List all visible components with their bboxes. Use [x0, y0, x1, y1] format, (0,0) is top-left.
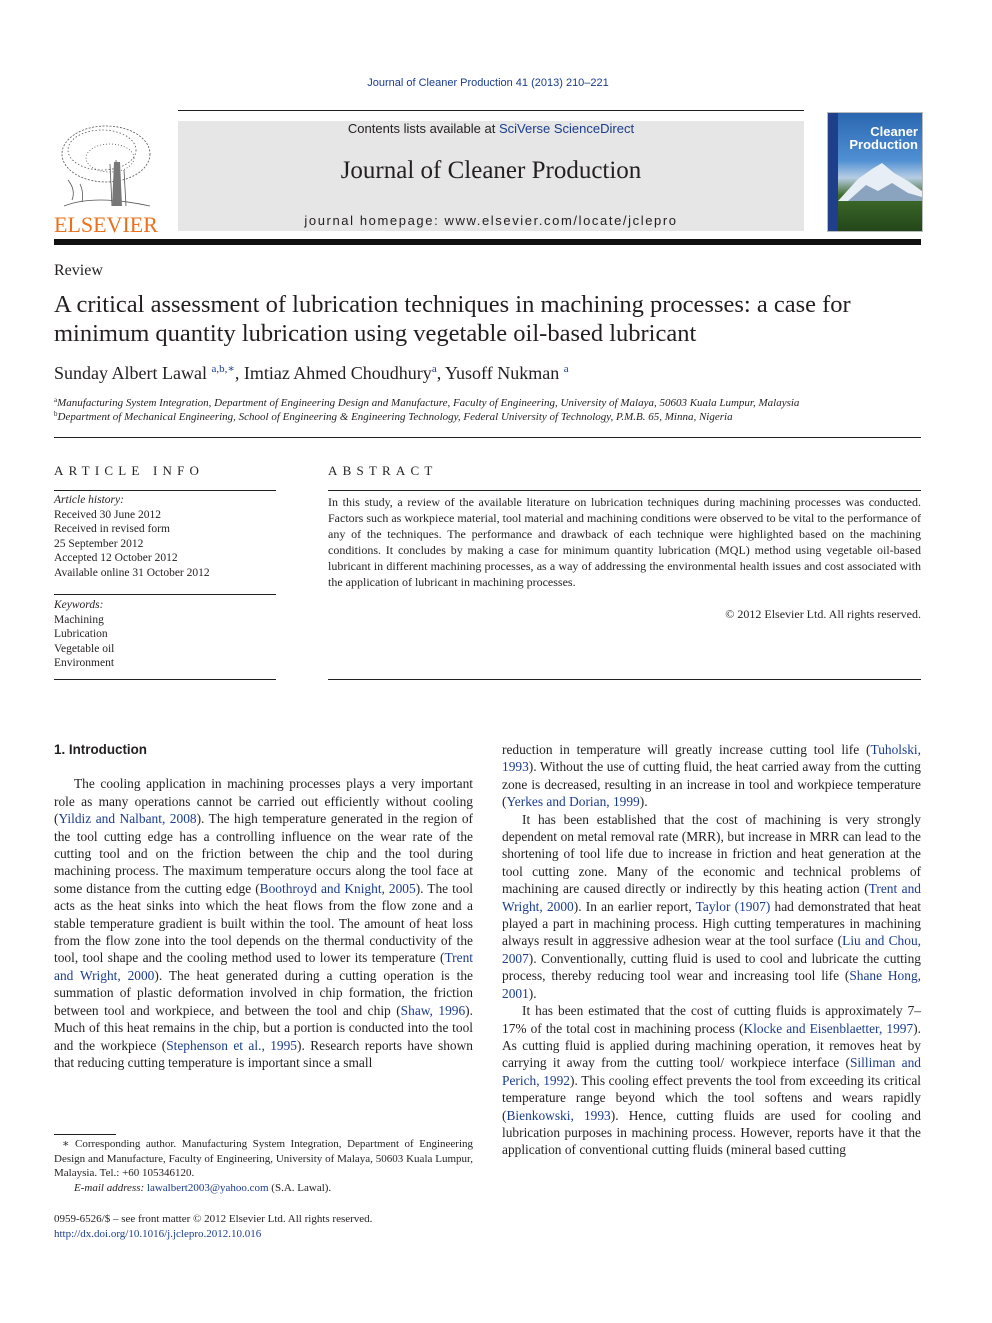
author-affiliation-mark[interactable]: a,b,∗: [211, 363, 234, 375]
mountain-icon: [838, 163, 922, 201]
cover-spine: [828, 113, 838, 231]
body-text: ).: [528, 985, 537, 1001]
citation-link[interactable]: Yerkes and Dorian, 1999: [506, 794, 639, 809]
issn-block: 0959-6526/$ – see front matter © 2012 El…: [54, 1212, 372, 1241]
affiliation-text: Department of Mechanical Engineering, Sc…: [57, 411, 733, 423]
cover-title-line2: Production: [849, 137, 918, 152]
keywords: Keywords: Machining Lubrication Vegetabl…: [54, 598, 276, 671]
citation-link[interactable]: Shaw, 1996: [401, 1003, 466, 1018]
doi-link[interactable]: http://dx.doi.org/10.1016/j.jclepro.2012…: [54, 1228, 261, 1240]
affiliation-text: Manufacturing System Integration, Depart…: [57, 397, 800, 409]
body-text: ).: [639, 794, 648, 810]
citation-link[interactable]: Klocke and Eisenblaetter, 1997: [743, 1021, 913, 1036]
footnote: ∗ Corresponding author. Manufacturing Sy…: [54, 1137, 473, 1195]
journal-homepage[interactable]: journal homepage: www.elsevier.com/locat…: [178, 213, 804, 228]
email-suffix: (S.A. Lawal).: [268, 1181, 332, 1194]
paragraph: The cooling application in machining pro…: [54, 775, 473, 1071]
article-type: Review: [54, 262, 103, 279]
paragraph: It has been estimated that the cost of c…: [502, 1002, 921, 1159]
article-history: Article history: Received 30 June 2012 R…: [54, 493, 276, 580]
divider: [328, 490, 921, 491]
author-separator: ,: [436, 363, 446, 383]
author-affiliation-mark[interactable]: a: [564, 363, 569, 375]
article-title: A critical assessment of lubrication tec…: [54, 291, 851, 347]
abstract-copyright: © 2012 Elsevier Ltd. All rights reserved…: [725, 607, 921, 621]
cover-title: Cleaner Production: [842, 125, 918, 151]
header-thick-rule: [54, 239, 921, 245]
divider: [328, 679, 921, 680]
author-list: Sunday Albert Lawal a,b,∗, Imtiaz Ahmed …: [54, 362, 569, 384]
contents-prefix: Contents lists available at: [347, 121, 499, 136]
history-item: Available online 31 October 2012: [54, 566, 210, 579]
divider: [54, 594, 276, 595]
body-text: It has been established that the cost of…: [502, 811, 921, 897]
running-head[interactable]: Journal of Cleaner Production 41 (2013) …: [0, 77, 976, 89]
keyword: Lubrication: [54, 628, 108, 640]
sciencedirect-link[interactable]: SciVerse ScienceDirect: [499, 121, 634, 136]
keyword: Machining: [54, 613, 104, 626]
email-label: E-mail address:: [74, 1181, 147, 1194]
author-separator: ,: [234, 363, 244, 383]
journal-cover-image: Cleaner Production: [827, 112, 923, 232]
top-rule: [178, 110, 804, 111]
footnote-rule: [54, 1134, 116, 1135]
body-text: reduction in temperature will greatly in…: [502, 742, 871, 757]
history-item: 25 September 2012: [54, 537, 144, 550]
citation-link[interactable]: Boothroyd and Knight, 2005: [260, 881, 416, 896]
abstract-heading: ABSTRACT: [328, 463, 438, 478]
journal-name: Journal of Cleaner Production: [340, 157, 642, 184]
citation-link[interactable]: Taylor (1907): [696, 899, 771, 914]
paragraph-continued: reduction in temperature will greatly in…: [502, 741, 921, 811]
citation-link[interactable]: Bienkowski, 1993: [506, 1108, 610, 1123]
body-text: ). In an earlier report,: [573, 898, 696, 914]
history-item: Accepted 12 October 2012: [54, 552, 178, 564]
affiliation-b: bDepartment of Mechanical Engineering, S…: [54, 410, 733, 423]
author-name[interactable]: Imtiaz Ahmed Choudhury: [244, 363, 432, 383]
publisher-name: ELSEVIER: [54, 212, 158, 237]
paragraph: It has been established that the cost of…: [502, 811, 921, 1002]
keywords-label: Keywords:: [54, 599, 104, 611]
title-divider: [54, 437, 921, 438]
citation-link[interactable]: Yildiz and Nalbant, 2008: [58, 811, 196, 826]
contents-line: Contents lists available at SciVerse Sci…: [178, 121, 804, 136]
history-label: Article history:: [54, 494, 124, 506]
affiliation-a: aManufacturing System Integration, Depar…: [54, 396, 799, 409]
section-heading-introduction: 1. Introduction: [54, 742, 147, 757]
history-item: Received in revised form: [54, 523, 170, 535]
article-info-heading: ARTICLE INFO: [54, 463, 205, 478]
keyword: Environment: [54, 657, 115, 669]
body-column-left: 1. Introduction The cooling application …: [54, 741, 473, 1071]
history-item: Received 30 June 2012: [54, 508, 161, 521]
abstract-text: In this study, a review of the available…: [328, 495, 921, 589]
author-name[interactable]: Sunday Albert Lawal: [54, 363, 207, 383]
citation-link[interactable]: Stephenson et al., 1995: [166, 1038, 297, 1053]
divider: [54, 490, 276, 491]
divider: [54, 679, 276, 680]
issn-line: 0959-6526/$ – see front matter © 2012 El…: [54, 1213, 373, 1225]
corresponding-author-note: ∗ Corresponding author. Manufacturing Sy…: [54, 1138, 473, 1179]
body-column-right: reduction in temperature will greatly in…: [502, 741, 921, 1159]
author-name[interactable]: Yusoff Nukman: [445, 363, 559, 383]
keyword: Vegetable oil: [54, 642, 115, 655]
email-link[interactable]: lawalbert2003@yahoo.com: [147, 1182, 269, 1194]
email-line: E-mail address: lawalbert2003@yahoo.com …: [54, 1181, 473, 1196]
